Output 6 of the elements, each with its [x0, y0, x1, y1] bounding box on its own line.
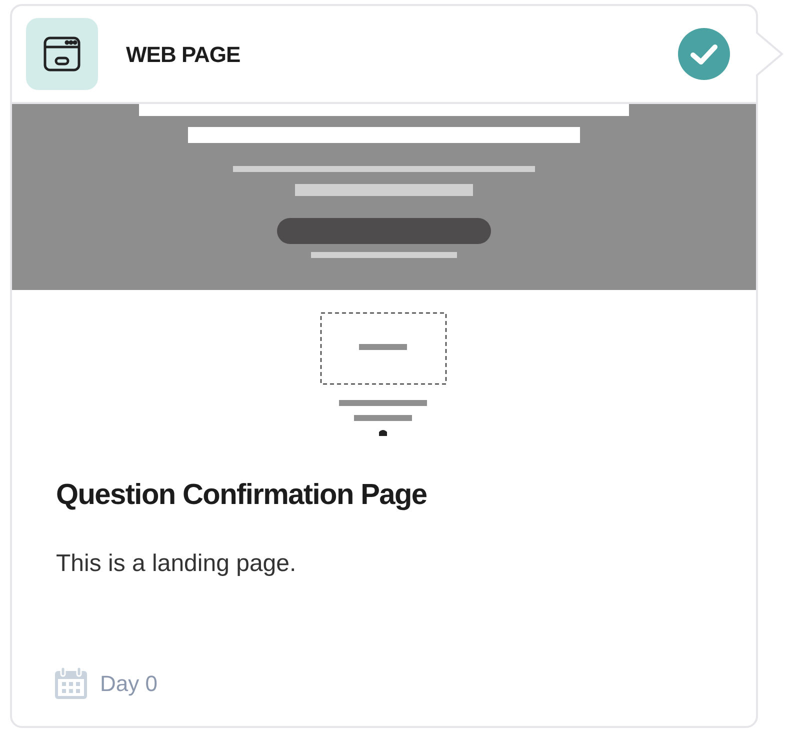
day-label: Day 0 [100, 670, 158, 698]
card-type-label: WEB PAGE [126, 40, 240, 68]
card-title: Question Confirmation Page [56, 478, 428, 513]
calendar-icon [54, 666, 88, 700]
web-page-icon [26, 18, 98, 90]
card-description: This is a landing page. [56, 548, 298, 578]
